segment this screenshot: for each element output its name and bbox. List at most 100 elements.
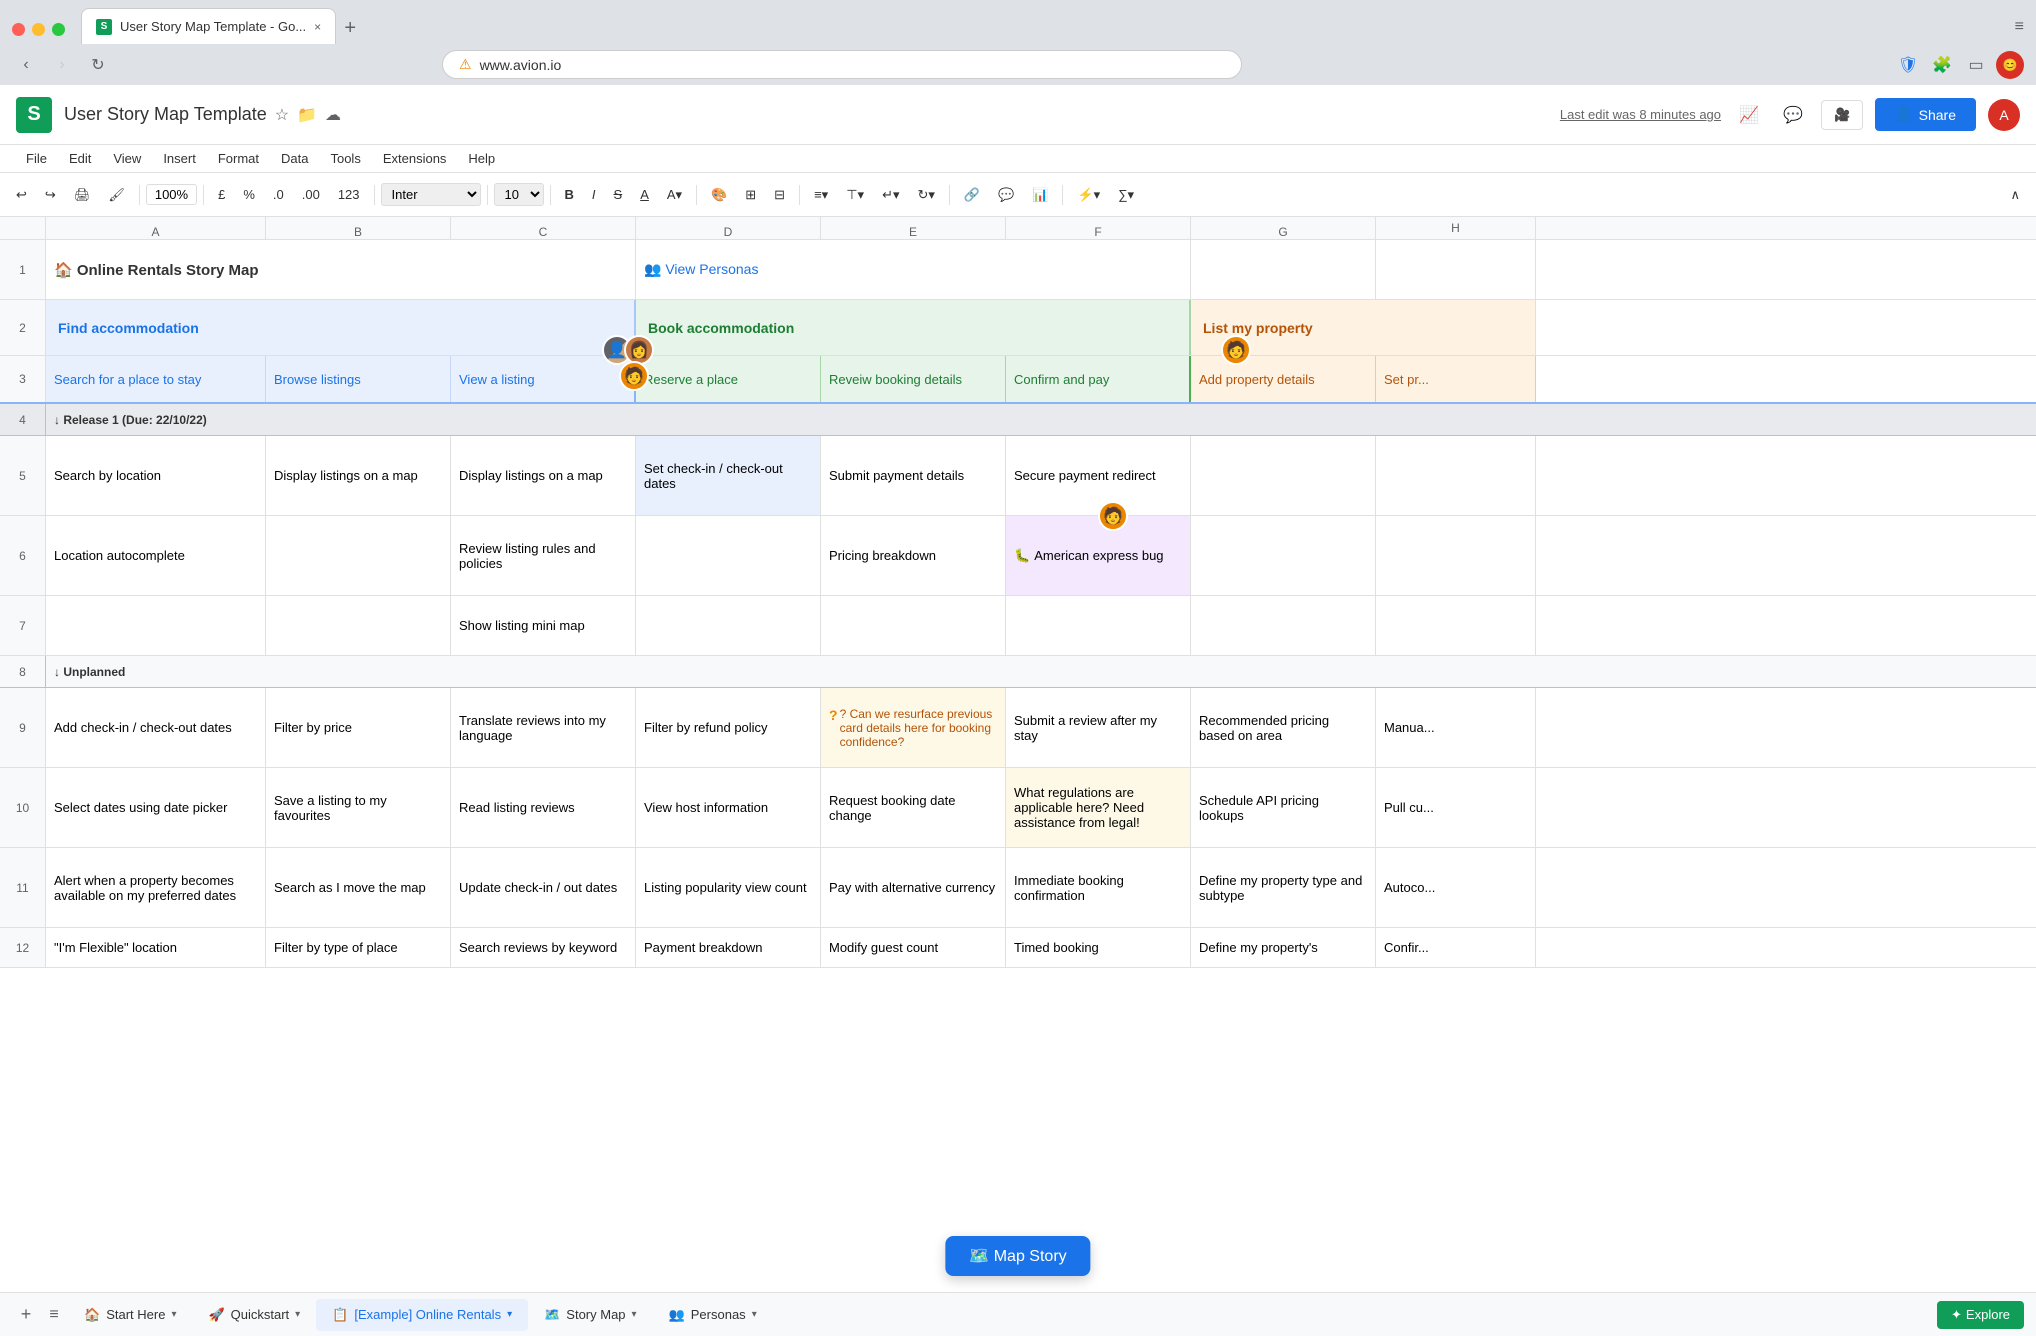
cell-2g[interactable]: List my property 🧑 — [1191, 300, 1536, 355]
cell-10d[interactable]: View host information — [636, 768, 821, 847]
link-button[interactable]: 🔗 — [956, 183, 988, 207]
cell-10b[interactable]: Save a listing to my favourites — [266, 768, 451, 847]
cell-6f[interactable]: 🐛 American express bug 🧑 — [1006, 516, 1191, 595]
cell-5a[interactable]: Search by location — [46, 436, 266, 515]
meet-button[interactable]: 🎥 — [1821, 100, 1863, 130]
cell-7h[interactable] — [1376, 596, 1536, 655]
merge-button[interactable]: ⊟ — [766, 183, 793, 207]
cell-12g[interactable]: Define my property's — [1191, 928, 1376, 967]
cell-6g[interactable] — [1191, 516, 1376, 595]
star-icon[interactable]: ☆ — [275, 105, 289, 125]
cell-7e[interactable] — [821, 596, 1006, 655]
cell-7g[interactable] — [1191, 596, 1376, 655]
menu-view[interactable]: View — [103, 147, 151, 170]
borders-button[interactable]: ⊞ — [737, 183, 764, 207]
cell-10c[interactable]: Read listing reviews — [451, 768, 636, 847]
cell-3f[interactable]: Confirm and pay — [1006, 356, 1191, 402]
cell-3h[interactable]: Set pr... — [1376, 356, 1536, 402]
sheets-list-button[interactable]: ≡ — [40, 1301, 68, 1329]
active-tab[interactable]: S User Story Map Template - Go... × — [81, 8, 336, 44]
cell-3a[interactable]: Search for a place to stay — [46, 356, 266, 402]
italic-button[interactable]: I — [584, 183, 604, 206]
tab-close-icon[interactable]: × — [314, 20, 321, 34]
sidebar-icon[interactable]: ▭ — [1962, 51, 1990, 79]
maximize-btn[interactable] — [52, 23, 65, 36]
valign-button[interactable]: ⊤▾ — [838, 183, 872, 207]
cell-12e[interactable]: Modify guest count — [821, 928, 1006, 967]
puzzle-extension-icon[interactable]: 🧩 — [1928, 51, 1956, 79]
cell-9e[interactable]: ? ? Can we resurface previous card detai… — [821, 688, 1006, 767]
tab-quickstart[interactable]: 🚀 Quickstart ▾ — [192, 1299, 316, 1331]
cell-5d[interactable]: Set check-in / check-out dates — [636, 436, 821, 515]
cell-5b[interactable]: Display listings on a map — [266, 436, 451, 515]
shield-extension-icon[interactable]: 🛡 — [1894, 51, 1922, 79]
trend-icon[interactable]: 📈 — [1733, 99, 1765, 131]
col-header-g[interactable]: G — [1191, 217, 1376, 239]
font-select[interactable]: Inter — [381, 183, 481, 206]
cell-10h[interactable]: Pull cu... — [1376, 768, 1536, 847]
rotate-button[interactable]: ↻▾ — [909, 183, 942, 207]
menu-help[interactable]: Help — [458, 147, 505, 170]
redo-button[interactable]: ↪ — [37, 183, 64, 207]
tab-example-online-rentals[interactable]: 📋 [Example] Online Rentals ▾ — [316, 1299, 528, 1331]
cell-5c[interactable]: Display listings on a map — [451, 436, 636, 515]
tab-personas[interactable]: 👥 Personas ▾ — [653, 1299, 773, 1331]
col-header-f[interactable]: F — [1006, 217, 1191, 239]
cell-6c[interactable]: Review listing rules and policies — [451, 516, 636, 595]
cell-12c[interactable]: Search reviews by keyword — [451, 928, 636, 967]
cell-5h[interactable] — [1376, 436, 1536, 515]
menu-insert[interactable]: Insert — [153, 147, 206, 170]
cell-11d[interactable]: Listing popularity view count — [636, 848, 821, 927]
cell-6d[interactable] — [636, 516, 821, 595]
explore-button[interactable]: ✦ Explore — [1937, 1301, 2024, 1329]
cell-9d[interactable]: Filter by refund policy — [636, 688, 821, 767]
cell-12b[interactable]: Filter by type of place — [266, 928, 451, 967]
cell-6e[interactable]: Pricing breakdown — [821, 516, 1006, 595]
cell-2d[interactable]: Book accommodation — [636, 300, 1191, 355]
cell-6b[interactable] — [266, 516, 451, 595]
menu-data[interactable]: Data — [271, 147, 318, 170]
cell-9g[interactable]: Recommended pricing based on area — [1191, 688, 1376, 767]
col-header-c[interactable]: C — [451, 217, 636, 239]
forward-button[interactable]: › — [48, 51, 76, 79]
cell-10g[interactable]: Schedule API pricing lookups — [1191, 768, 1376, 847]
cell-12f[interactable]: Timed booking — [1006, 928, 1191, 967]
cell-7a[interactable] — [46, 596, 266, 655]
cell-3b[interactable]: Browse listings — [266, 356, 451, 402]
function-button[interactable]: ∑▾ — [1110, 183, 1142, 207]
col-header-h[interactable]: H — [1376, 217, 1536, 239]
cell-12d[interactable]: Payment breakdown — [636, 928, 821, 967]
account-avatar[interactable]: 😊 — [1996, 51, 2024, 79]
share-button[interactable]: 👤 Share — [1875, 98, 1976, 131]
fill-color-button[interactable]: 🎨 — [703, 183, 735, 207]
cell-9b[interactable]: Filter by price — [266, 688, 451, 767]
cell-10a[interactable]: Select dates using date picker — [46, 768, 266, 847]
cell-10f[interactable]: What regulations are applicable here? Ne… — [1006, 768, 1191, 847]
window-menu-icon[interactable]: ≡ — [2015, 18, 2024, 44]
cell-11a[interactable]: Alert when a property becomes available … — [46, 848, 266, 927]
col-header-a[interactable]: A — [46, 217, 266, 239]
cell-12h[interactable]: Confir... — [1376, 928, 1536, 967]
refresh-button[interactable]: ↻ — [84, 51, 112, 79]
print-button[interactable]: 🖨 — [66, 183, 99, 207]
cell-3e[interactable]: Reveiw booking details — [821, 356, 1006, 402]
wrap-button[interactable]: ↵▾ — [874, 183, 907, 207]
collapse-toolbar-button[interactable]: ∧ — [2002, 183, 2028, 207]
menu-edit[interactable]: Edit — [59, 147, 101, 170]
number-format-button[interactable]: 123 — [330, 183, 368, 206]
decimal-dec-button[interactable]: .0 — [265, 183, 292, 206]
comment-toolbar-button[interactable]: 💬 — [990, 183, 1022, 207]
cell-11c[interactable]: Update check-in / out dates — [451, 848, 636, 927]
underline-button[interactable]: A — [632, 183, 657, 206]
comment-icon[interactable]: 💬 — [1777, 99, 1809, 131]
text-color-button[interactable]: A▾ — [659, 183, 690, 207]
cell-9f[interactable]: Submit a review after my stay — [1006, 688, 1191, 767]
cell-7b[interactable] — [266, 596, 451, 655]
tab-start-here[interactable]: 🏠 Start Here ▾ — [68, 1299, 192, 1331]
bold-button[interactable]: B — [557, 183, 582, 206]
close-btn[interactable] — [12, 23, 25, 36]
cell-1d[interactable]: 👥 View Personas — [636, 240, 1191, 299]
address-bar[interactable]: ⚠ www.avion.io — [442, 50, 1242, 79]
cell-11f[interactable]: Immediate booking confirmation — [1006, 848, 1191, 927]
cell-11b[interactable]: Search as I move the map — [266, 848, 451, 927]
